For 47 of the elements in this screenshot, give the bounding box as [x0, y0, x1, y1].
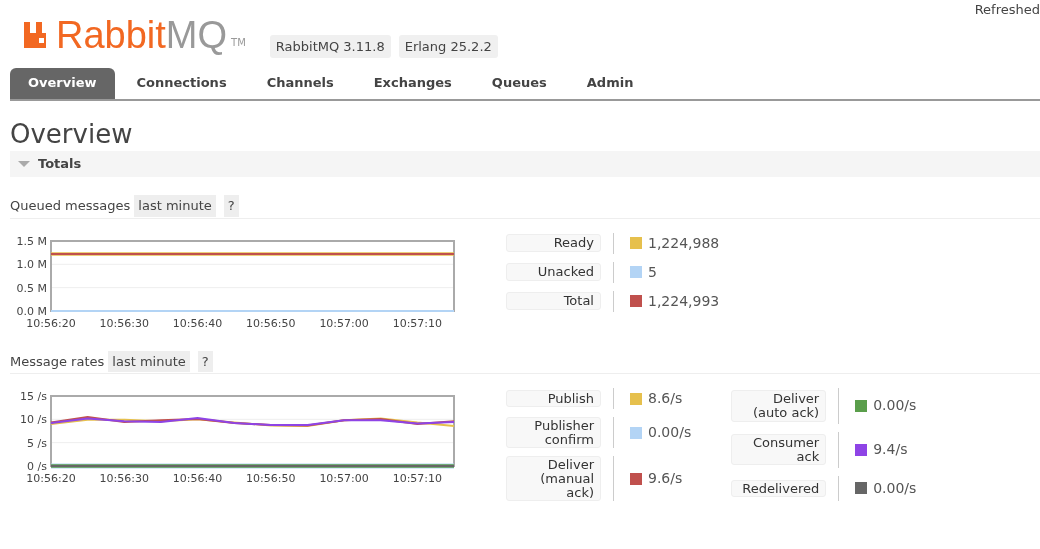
- axis-label: 10:56:40: [172, 472, 223, 485]
- legend-value: 0.00/s: [873, 478, 917, 498]
- legend-value: 1,224,993: [648, 291, 720, 311]
- axis-label: 10:56:40: [172, 316, 223, 330]
- panel-title: Message rates: [10, 352, 105, 371]
- trademark-text: TM: [231, 36, 246, 50]
- axis-label: 10:56:50: [246, 316, 296, 330]
- axis-label: 1.5 M: [16, 234, 47, 248]
- axis-label: 10:56:30: [99, 472, 149, 485]
- panel-title: Queued messages: [10, 197, 131, 215]
- version-label: RabbitMQ 3.11.8: [269, 34, 391, 58]
- axis-label: 10:57:10: [392, 472, 443, 485]
- refreshed-text: Refreshed: [974, 1, 1040, 19]
- axis-label: 10 /s: [20, 413, 47, 427]
- logo-text: RabbitMQ: [56, 16, 228, 54]
- axis-label: 10:56:20: [26, 316, 76, 330]
- legend-label: Total: [506, 292, 601, 310]
- legend-value: 9.6/s: [648, 469, 683, 489]
- axis-label: 10:57:00: [319, 472, 369, 485]
- legend-value: 1,224,988: [648, 233, 720, 253]
- axis-label: 0.0 M: [16, 304, 47, 318]
- axis-label: 5 /s: [27, 436, 47, 450]
- legend-value: 0.00/s: [873, 396, 917, 416]
- legend-label: Redelivered: [731, 479, 827, 498]
- axis-label: 15 /s: [20, 390, 47, 403]
- legend-label: Ready: [506, 234, 601, 252]
- axis-label: 10:57:10: [392, 316, 443, 330]
- legend-label: Unacked: [506, 263, 601, 281]
- legend-label: Publish: [506, 389, 601, 408]
- legend-value: 8.6/s: [648, 389, 683, 408]
- page-title: Overview: [10, 121, 134, 147]
- legend-label: Publisher confirm: [506, 417, 601, 449]
- axis-label: 10:57:00: [319, 316, 369, 330]
- axis-label: 10:56:50: [246, 472, 296, 485]
- axis-label: 10:56:20: [26, 472, 76, 485]
- legend-value: 5: [648, 262, 657, 282]
- legend-label: Deliver (auto ack): [731, 390, 827, 422]
- axis-label: 0 /s: [27, 460, 47, 473]
- legend-value: 9.4/s: [873, 440, 908, 460]
- axis-label: 1.0 M: [16, 257, 47, 271]
- version-label: Erlang 25.2.2: [398, 34, 498, 58]
- axis-label: 10:56:30: [99, 316, 149, 330]
- legend-value: 0.00/s: [648, 423, 692, 443]
- axis-label: 0.5 M: [16, 281, 47, 295]
- legend-label: Consumer ack: [731, 434, 827, 466]
- section-title: Totals: [38, 155, 82, 174]
- legend-label: Deliver (manual ack): [506, 456, 601, 502]
